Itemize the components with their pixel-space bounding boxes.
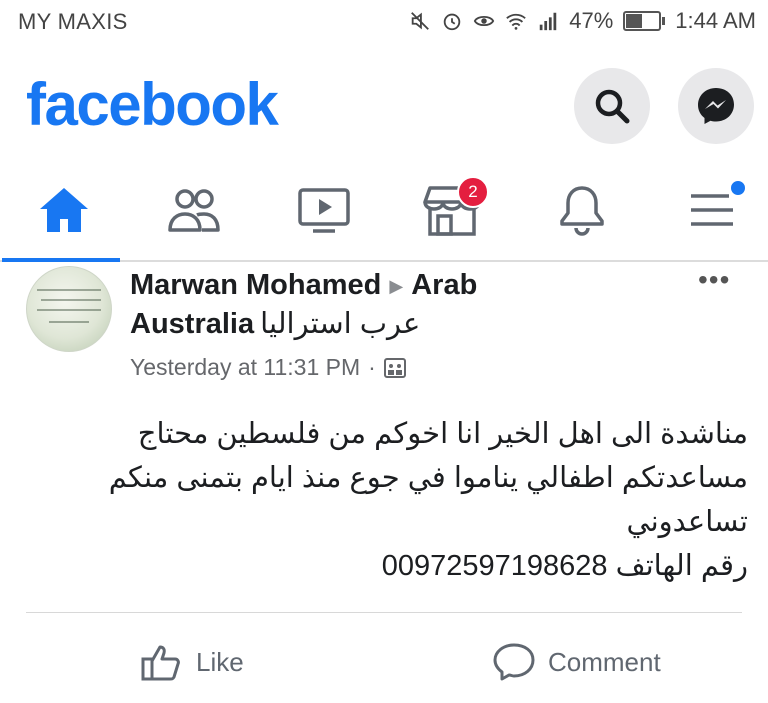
menu-notification-dot [728,178,748,198]
like-button[interactable]: Like [140,642,244,682]
post-divider [26,612,742,613]
messenger-icon [698,88,734,124]
meta-separator: · [368,354,376,380]
search-button[interactable] [574,68,650,144]
battery-icon [623,11,666,31]
search-icon [595,89,630,124]
post-body-line: مناشدة الى اهل الخير انا اخوكم من فلسطين… [137,418,748,450]
avatar[interactable] [26,266,112,352]
post-meta: Yesterday at 11:31 PM · [130,354,406,381]
bell-icon [560,186,604,236]
home-icon [40,188,88,232]
status-bar: MY MAXIS 47% 1:44 AM [0,0,768,44]
alarm-icon [443,13,461,31]
eye-icon [474,15,495,27]
post-header: Marwan Mohamed ▶ Arab Australia عرب استرالي… [130,266,570,343]
tab-notifications[interactable] [542,174,622,246]
clock: 1:44 AM [675,8,756,33]
group-name-arabic[interactable]: عرب استراليا [260,308,420,340]
comment-button[interactable]: Comment [492,642,661,682]
friends-icon [168,189,220,232]
arrow-right-icon: ▶ [389,276,404,297]
post-body-phone-line: رقم الهاتف 00972597198628 [381,550,748,582]
post-body-line: تساعدوني [626,506,748,538]
tab-marketplace[interactable]: 2 [412,174,492,246]
mute-icon [411,12,430,30]
app-header: facebook [0,58,768,148]
comment-label: Comment [548,646,661,677]
marketplace-badge: 2 [457,176,489,208]
like-label: Like [196,646,244,677]
post-body-line: مساعدتكم اطفالي يناموا في جوع منذ ايام ب… [108,462,748,494]
post-timestamp[interactable]: Yesterday at 11:31 PM [130,354,360,381]
tab-friends[interactable] [154,174,234,246]
messenger-button[interactable] [678,68,754,144]
nav-tabs: 2 [0,160,768,262]
tab-home[interactable] [2,174,120,262]
group-audience-icon [383,357,406,378]
carrier-label: MY MAXIS [18,9,128,34]
signal-icon [539,12,557,31]
tab-menu[interactable] [672,174,752,246]
video-icon [298,188,350,233]
facebook-logo[interactable]: facebook [26,70,279,139]
post-body: مناشدة الى اهل الخير انا اخوكم من فلسطين… [0,412,748,588]
status-icons: 47% 1:44 AM [409,8,756,34]
thumbs-up-icon [141,645,180,681]
comment-icon [493,643,535,681]
battery-percent: 47% [569,8,614,33]
tab-watch[interactable] [284,174,364,246]
wifi-icon [506,13,527,30]
more-options-button[interactable]: ••• [698,264,730,296]
feed-post: Marwan Mohamed ▶ Arab Australia عرب استرالي… [0,262,768,703]
author-name[interactable]: Marwan Mohamed [130,269,381,301]
